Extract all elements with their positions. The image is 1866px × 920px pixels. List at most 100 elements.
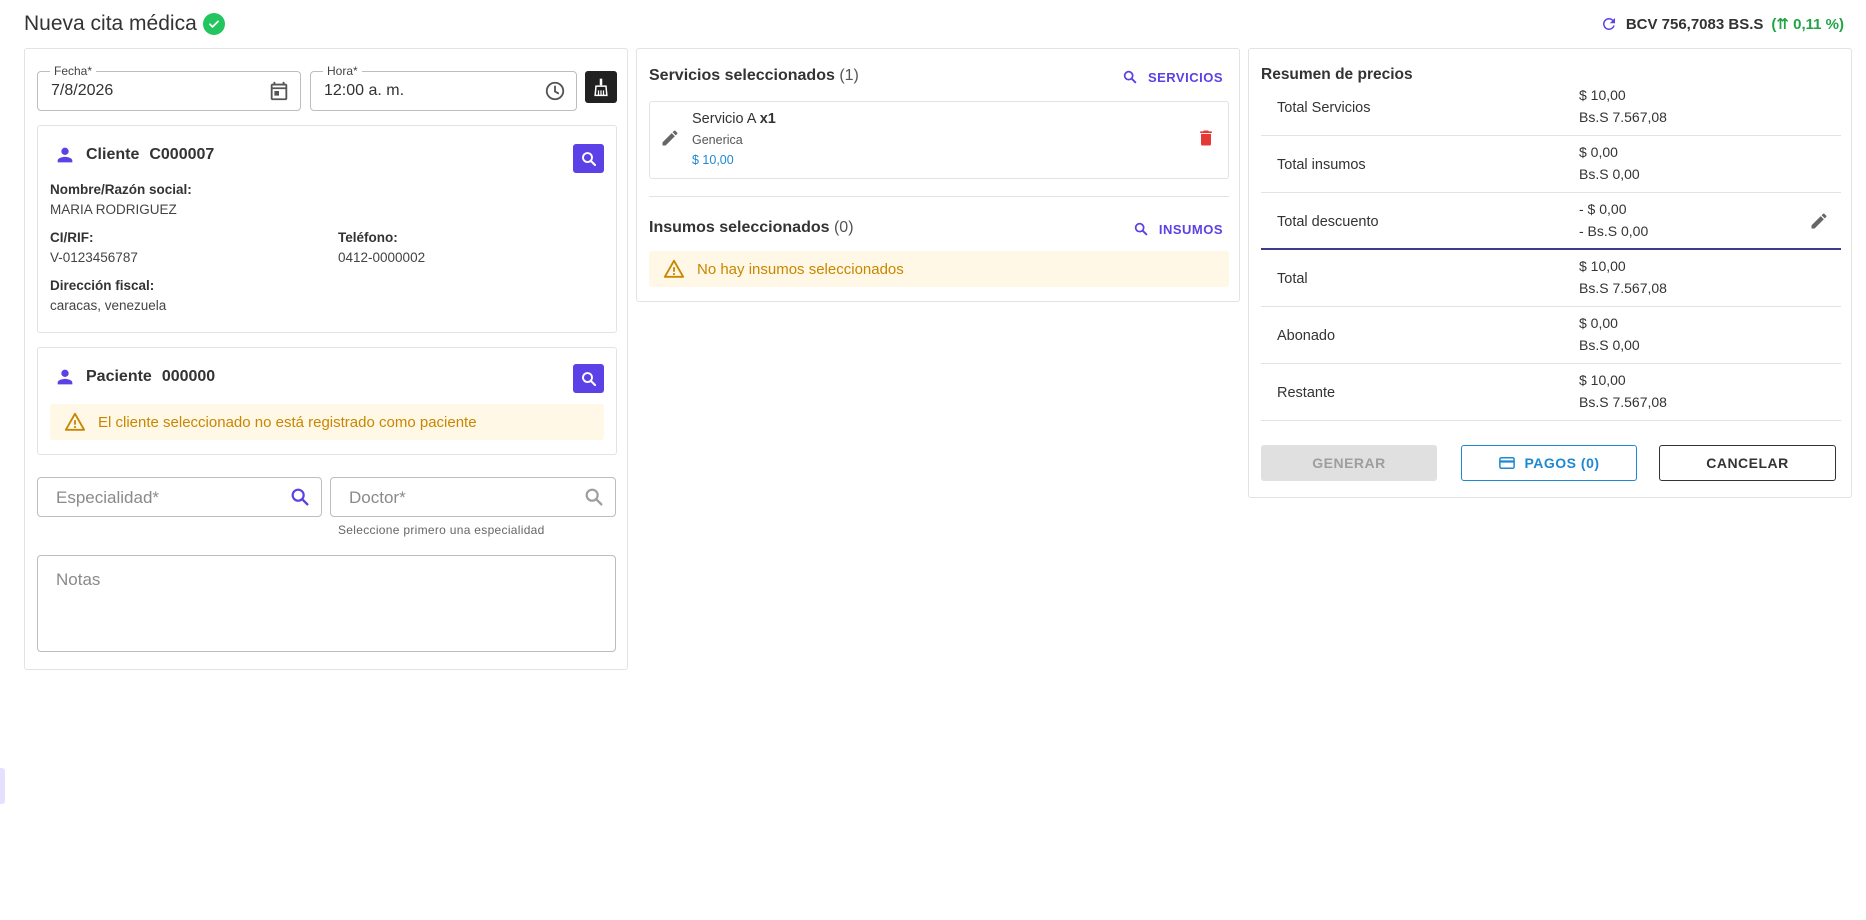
delete-icon[interactable] bbox=[1196, 128, 1216, 153]
search-icon[interactable] bbox=[289, 486, 311, 513]
patient-warning-text: El cliente seleccionado no está registra… bbox=[98, 413, 477, 431]
check-circle-icon bbox=[202, 13, 225, 35]
service-price: $ 10,00 bbox=[692, 153, 734, 167]
time-label: Hora* bbox=[323, 64, 362, 78]
exchange-rate-change: (⇈ 0,11 %) bbox=[1771, 16, 1844, 33]
service-name: Servicio A bbox=[692, 111, 756, 127]
refresh-icon[interactable] bbox=[1600, 15, 1618, 33]
date-value: 7/8/2026 bbox=[51, 82, 114, 99]
person-icon bbox=[54, 144, 76, 166]
credit-card-icon bbox=[1498, 454, 1516, 472]
time-value: 12:00 a. m. bbox=[324, 82, 405, 99]
search-icon bbox=[583, 486, 605, 513]
client-card: Cliente C000007 Nombre/Razón social: MAR… bbox=[37, 125, 617, 333]
warning-icon bbox=[64, 411, 86, 433]
service-item: Servicio A x1 Generica $ 10,00 bbox=[649, 101, 1229, 179]
page-title-text: Nueva cita médica bbox=[24, 12, 197, 35]
summary-row-bs: Bs.S 7.567,08 bbox=[1579, 280, 1667, 296]
doctor-input[interactable]: Doctor* bbox=[330, 477, 616, 517]
supplies-empty-warning: No hay insumos seleccionados bbox=[649, 251, 1229, 287]
add-services-button[interactable]: SERVICIOS bbox=[1122, 69, 1223, 85]
client-name-value: MARIA RODRIGUEZ bbox=[50, 202, 177, 217]
summary-row-bs: Bs.S 0,00 bbox=[1579, 166, 1640, 182]
doctor-helper-text: Seleccione primero una especialidad bbox=[338, 523, 545, 537]
search-icon bbox=[580, 370, 598, 388]
summary-row-total: Total $ 10,00 Bs.S 7.567,08 bbox=[1261, 250, 1841, 307]
search-client-button[interactable] bbox=[573, 144, 604, 173]
summary-row-bs: - Bs.S 0,00 bbox=[1579, 223, 1649, 239]
summary-row-usd: $ 10,00 bbox=[1579, 258, 1626, 274]
summary-row-services: Total Servicios $ 10,00 Bs.S 7.567,08 bbox=[1261, 79, 1841, 136]
summary-row-supplies: Total insumos $ 0,00 Bs.S 0,00 bbox=[1261, 136, 1841, 193]
patient-card: Paciente 000000 El cliente seleccionado … bbox=[37, 347, 617, 455]
patient-warning: El cliente seleccionado no está registra… bbox=[50, 404, 604, 440]
supplies-title-text: Insumos seleccionados bbox=[649, 219, 830, 236]
date-label: Fecha* bbox=[50, 64, 97, 78]
summary-row-label: Total descuento bbox=[1277, 214, 1379, 230]
summary-row-label: Restante bbox=[1277, 385, 1336, 401]
add-services-label: SERVICIOS bbox=[1147, 69, 1223, 85]
appointment-form-panel: Fecha* 7/8/2026 Hora* 12:00 a. m. Client… bbox=[24, 48, 628, 670]
summary-row-usd: - $ 0,00 bbox=[1579, 201, 1627, 217]
client-phone-value: 0412-0000002 bbox=[338, 250, 426, 265]
date-field[interactable]: Fecha* 7/8/2026 bbox=[37, 64, 301, 111]
supplies-title: Insumos seleccionados (0) bbox=[649, 219, 854, 237]
summary-row-label: Abonado bbox=[1277, 328, 1336, 344]
person-icon bbox=[54, 366, 76, 388]
price-summary-panel: Resumen de precios Total Servicios $ 10,… bbox=[1248, 48, 1852, 498]
specialty-placeholder: Especialidad* bbox=[56, 488, 160, 507]
client-code: C000007 bbox=[149, 146, 215, 163]
exchange-rate-value: BCV 756,7083 BS.S bbox=[1625, 15, 1764, 33]
payments-button[interactable]: PAGOS (0) bbox=[1461, 445, 1637, 481]
client-heading-label: Cliente bbox=[86, 146, 140, 163]
patient-code: 000000 bbox=[161, 368, 216, 385]
summary-row-bs: Bs.S 7.567,08 bbox=[1579, 394, 1667, 410]
summary-row-bs: Bs.S 7.567,08 bbox=[1579, 109, 1667, 125]
client-rif-label: CI/RIF: bbox=[50, 230, 94, 245]
summary-row-label: Total Servicios bbox=[1277, 100, 1371, 116]
client-phone-label: Teléfono: bbox=[338, 230, 398, 245]
search-icon bbox=[580, 150, 598, 168]
client-address-value: caracas, venezuela bbox=[50, 298, 167, 313]
side-drawer-handle[interactable] bbox=[0, 768, 5, 804]
summary-row-paid: Abonado $ 0,00 Bs.S 0,00 bbox=[1261, 307, 1841, 364]
supplies-count: (0) bbox=[833, 219, 854, 236]
warning-icon bbox=[663, 258, 685, 280]
supplies-empty-text: No hay insumos seleccionados bbox=[697, 260, 904, 278]
summary-row-usd: $ 10,00 bbox=[1579, 87, 1626, 103]
clock-icon[interactable] bbox=[544, 80, 566, 107]
summary-row-bs: Bs.S 0,00 bbox=[1579, 337, 1640, 353]
summary-row-usd: $ 10,00 bbox=[1579, 372, 1626, 388]
time-field[interactable]: Hora* 12:00 a. m. bbox=[310, 64, 577, 111]
client-rif-value: V-0123456787 bbox=[50, 250, 138, 265]
generate-button[interactable]: GENERAR bbox=[1261, 445, 1437, 481]
summary-row-usd: $ 0,00 bbox=[1579, 315, 1618, 331]
search-patient-button[interactable] bbox=[573, 364, 604, 393]
services-title-text: Servicios seleccionados bbox=[649, 67, 835, 84]
patient-heading: Paciente 000000 bbox=[54, 366, 215, 388]
exchange-rate: BCV 756,7083 BS.S (⇈ 0,11 %) bbox=[1600, 15, 1844, 33]
add-supplies-button[interactable]: INSUMOS bbox=[1133, 221, 1223, 237]
broom-icon bbox=[591, 77, 611, 97]
summary-row-label: Total bbox=[1277, 271, 1308, 287]
client-address-label: Dirección fiscal: bbox=[50, 278, 155, 293]
page-title: Nueva cita médica bbox=[24, 12, 225, 36]
clear-form-button[interactable] bbox=[585, 71, 617, 103]
service-name-line: Servicio A x1 bbox=[692, 111, 776, 127]
specialty-input[interactable]: Especialidad* bbox=[37, 477, 322, 517]
notes-placeholder: Notas bbox=[56, 570, 101, 589]
edit-icon[interactable] bbox=[660, 128, 680, 153]
service-qty: x1 bbox=[759, 111, 776, 127]
summary-row-discount: Total descuento - $ 0,00 - Bs.S 0,00 bbox=[1261, 193, 1841, 250]
search-icon bbox=[1122, 69, 1138, 85]
section-divider bbox=[649, 196, 1229, 197]
calendar-icon[interactable] bbox=[268, 80, 290, 107]
summary-row-label: Total insumos bbox=[1277, 157, 1366, 173]
service-category: Generica bbox=[692, 133, 743, 147]
selections-panel: Servicios seleccionados (1) SERVICIOS Se… bbox=[636, 48, 1240, 302]
notes-textarea[interactable]: Notas bbox=[37, 555, 616, 652]
patient-heading-label: Paciente bbox=[86, 368, 152, 385]
edit-discount-icon[interactable] bbox=[1809, 211, 1829, 236]
client-heading: Cliente C000007 bbox=[54, 144, 214, 166]
cancel-button[interactable]: CANCELAR bbox=[1659, 445, 1836, 481]
